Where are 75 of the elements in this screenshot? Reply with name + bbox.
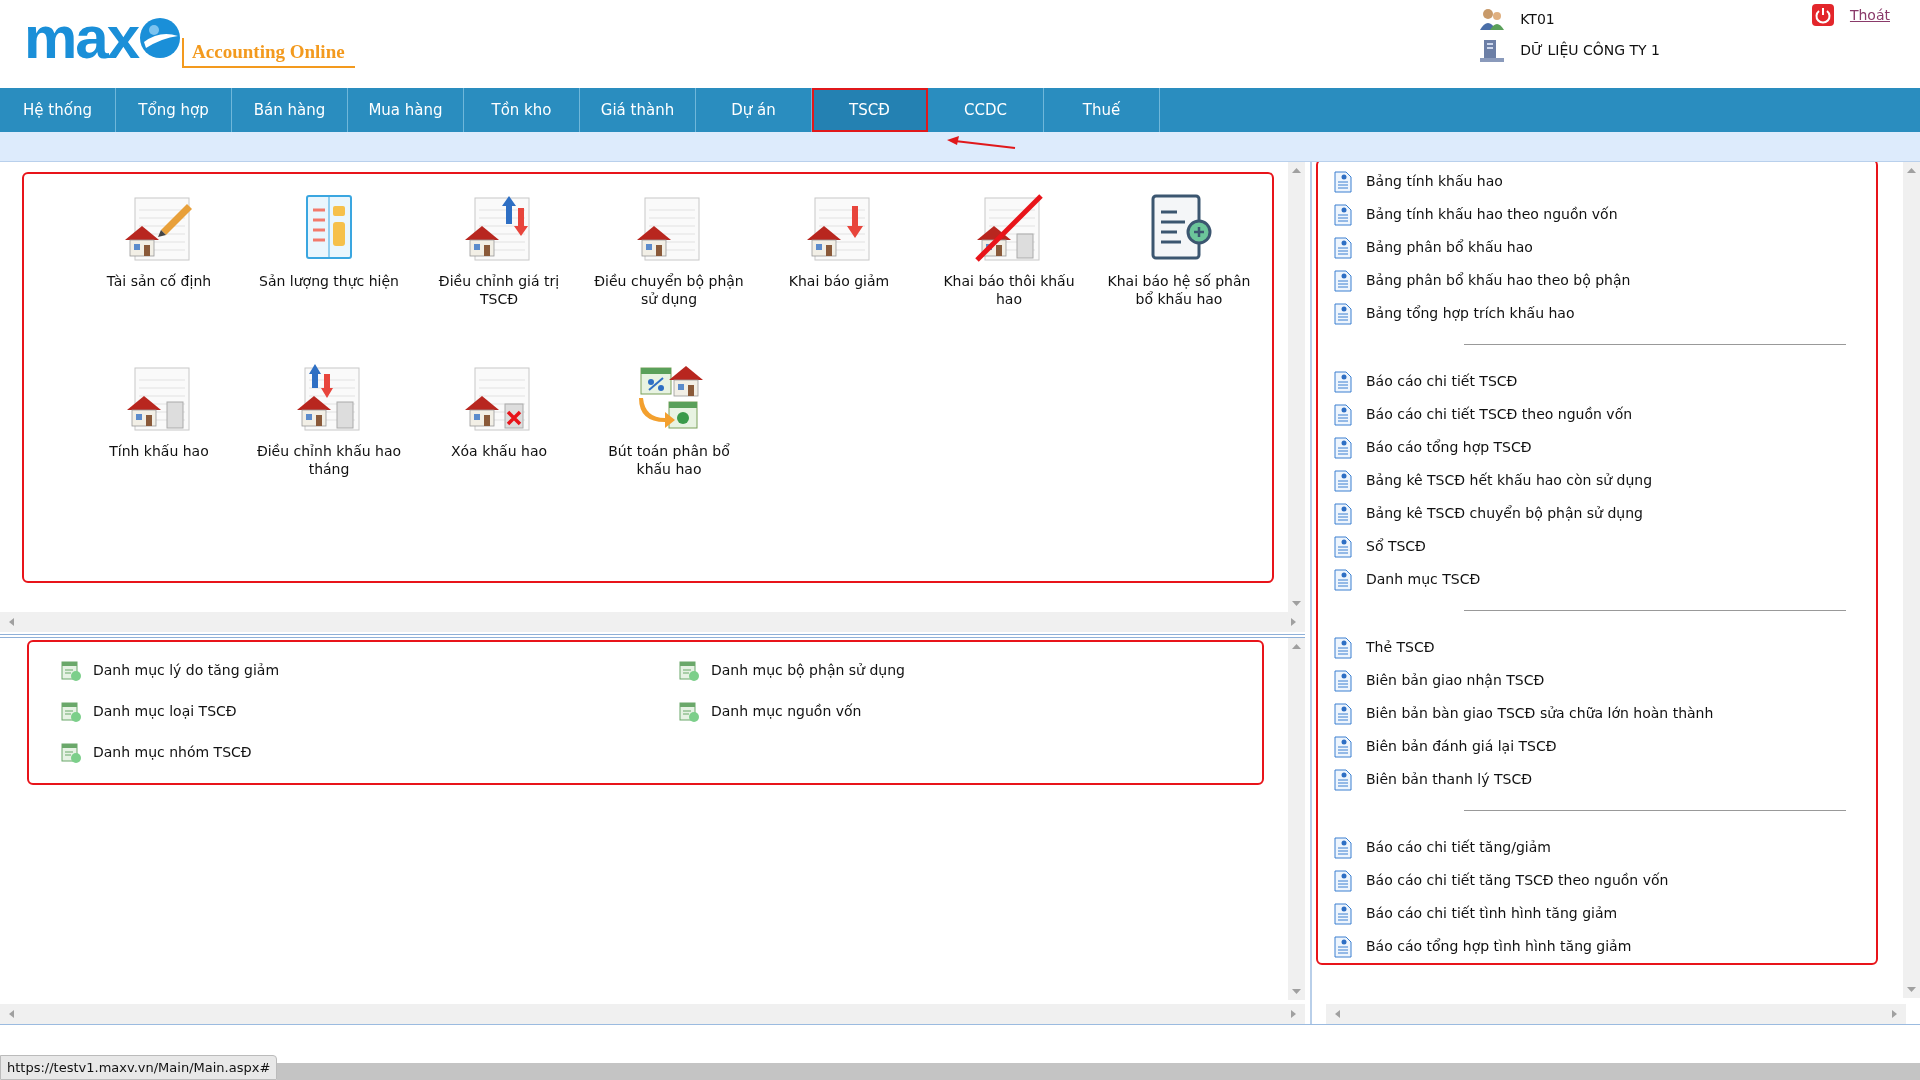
- annotation-arrow: [947, 136, 1017, 150]
- report-link[interactable]: Sổ TSCĐ: [1366, 536, 1426, 557]
- report-link[interactable]: Bảng tính khấu hao theo nguồn vốn: [1366, 204, 1618, 225]
- report-link[interactable]: Bảng phân bổ khấu hao: [1366, 237, 1533, 258]
- user-name: KT01: [1520, 9, 1555, 29]
- power-icon: [1811, 4, 1834, 26]
- report-icon: [1334, 869, 1352, 892]
- logo-text: max: [24, 8, 139, 68]
- users-icon: [1480, 8, 1505, 30]
- function-label[interactable]: Tài sản cố định: [84, 272, 234, 290]
- function-label[interactable]: Khai báo giảm: [764, 272, 914, 290]
- report-icon: [1334, 568, 1352, 591]
- report-icon: [1334, 702, 1352, 725]
- function-label[interactable]: Bút toán phân bổ khấu hao: [594, 442, 744, 478]
- report-link[interactable]: Danh mục TSCĐ: [1366, 569, 1481, 590]
- function-label[interactable]: Sản lượng thực hiện: [254, 272, 404, 290]
- function-label[interactable]: Điều chuyển bộ phận sử dụng: [594, 272, 744, 308]
- report-link[interactable]: Thẻ TSCĐ: [1366, 637, 1435, 658]
- nav-tab[interactable]: TSCĐ: [812, 88, 928, 132]
- catalog-link[interactable]: Danh mục loại TSCĐ: [93, 701, 237, 722]
- report-icon: [1334, 768, 1352, 791]
- report-icon: [1334, 269, 1352, 292]
- report-link[interactable]: Bảng phân bổ khấu hao theo bộ phận: [1366, 270, 1631, 291]
- report-link[interactable]: Báo cáo chi tiết TSCĐ theo nguồn vốn: [1366, 404, 1633, 425]
- function-label[interactable]: Điều chỉnh khấu hao tháng: [254, 442, 404, 478]
- report-link[interactable]: Bảng tổng hợp trích khấu hao: [1366, 303, 1575, 324]
- logo-tagline: Accounting Online: [182, 37, 355, 68]
- report-icon: [1334, 535, 1352, 558]
- report-icon: [1334, 669, 1352, 692]
- catalog-icon: [61, 701, 81, 722]
- catalog-icon: [679, 701, 699, 722]
- report-link[interactable]: Bảng tính khấu hao: [1366, 171, 1503, 192]
- report-link[interactable]: Biên bản giao nhận TSCĐ: [1366, 670, 1545, 691]
- report-icon: [1334, 836, 1352, 859]
- report-link[interactable]: Biên bản đánh giá lại TSCĐ: [1366, 736, 1557, 757]
- function-label[interactable]: Tính khấu hao: [84, 442, 234, 460]
- report-icon: [1334, 236, 1352, 259]
- report-link[interactable]: Biên bản thanh lý TSCĐ: [1366, 769, 1533, 790]
- report-link[interactable]: Báo cáo chi tiết tình hình tăng giảm: [1366, 903, 1618, 924]
- report-icon: [1334, 403, 1352, 426]
- report-link[interactable]: Báo cáo tổng hợp TSCĐ: [1366, 437, 1532, 458]
- report-link[interactable]: Bảng kê TSCĐ chuyển bộ phận sử dụng: [1366, 503, 1643, 524]
- catalog-link[interactable]: Danh mục nhóm TSCĐ: [93, 742, 252, 763]
- catalog-icon: [61, 742, 81, 763]
- report-icon: [1334, 302, 1352, 325]
- function-label[interactable]: Xóa khấu hao: [424, 442, 574, 460]
- globe-icon: [138, 16, 183, 60]
- report-link[interactable]: Biên bản bàn giao TSCĐ sửa chữa lớn hoàn thành: [1366, 703, 1714, 724]
- report-link[interactable]: Báo cáo chi tiết TSCĐ: [1366, 371, 1518, 392]
- report-icon: [1334, 436, 1352, 459]
- report-icon: [1334, 902, 1352, 925]
- function-label[interactable]: Khai báo thôi khấu hao: [934, 272, 1084, 308]
- logout-link[interactable]: Thoát: [1849, 4, 1890, 26]
- report-icon: [1334, 935, 1352, 958]
- catalog-icon: [679, 660, 699, 681]
- report-link[interactable]: Báo cáo chi tiết tăng/giảm: [1366, 837, 1551, 858]
- report-icon: [1334, 636, 1352, 659]
- report-link[interactable]: Bảng kê TSCĐ hết khấu hao còn sử dụng: [1366, 470, 1653, 491]
- catalog-link[interactable]: Danh mục lý do tăng giảm: [93, 660, 279, 681]
- status-url: https://testv1.maxv.vn/Main/Main.aspx#: [0, 1054, 278, 1080]
- report-icon: [1334, 502, 1352, 525]
- function-label[interactable]: Điều chỉnh giá trị TSCĐ: [424, 272, 574, 308]
- report-link[interactable]: Báo cáo chi tiết tăng TSCĐ theo nguồn vốn: [1366, 870, 1669, 891]
- catalog-link[interactable]: Danh mục bộ phận sử dụng: [711, 660, 905, 681]
- report-link[interactable]: Báo cáo tổng hợp tình hình tăng giảm: [1366, 936, 1632, 957]
- catalog-link[interactable]: Danh mục nguồn vốn: [711, 701, 862, 722]
- report-icon: [1334, 735, 1352, 758]
- report-icon: [1334, 170, 1352, 193]
- server-icon: [1480, 38, 1505, 62]
- report-icon: [1334, 469, 1352, 492]
- report-icon: [1334, 203, 1352, 226]
- report-icon: [1334, 370, 1352, 393]
- function-label[interactable]: Khai báo hệ số phân bổ khấu hao: [1104, 272, 1254, 308]
- company-name: DỮ LIỆU CÔNG TY 1: [1520, 40, 1660, 60]
- catalog-icon: [61, 660, 81, 681]
